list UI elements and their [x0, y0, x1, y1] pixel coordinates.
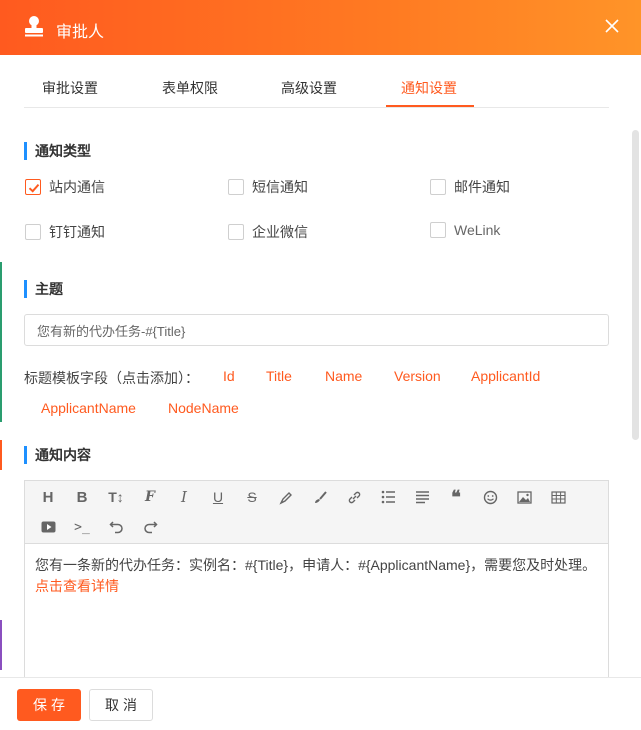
close-icon[interactable]	[603, 17, 621, 35]
align-icon[interactable]	[413, 488, 431, 506]
checkbox-box[interactable]	[228, 179, 244, 195]
heading-icon[interactable]: H	[39, 488, 57, 506]
section-title-subject: 主题	[24, 280, 63, 298]
checkbox-label: 站内通信	[49, 179, 105, 195]
field-link-node-name[interactable]: NodeName	[168, 400, 239, 416]
checkbox-dingtalk[interactable]: 钉钉通知	[25, 222, 105, 242]
dialog-title: 审批人	[56, 24, 105, 41]
editor-toolbar: H B T↕ F I U S ❝ >_	[25, 481, 608, 544]
checkbox-box[interactable]	[25, 224, 41, 240]
checkbox-wecom[interactable]: 企业微信	[228, 222, 308, 242]
code-icon[interactable]: >_	[73, 518, 91, 536]
font-icon[interactable]: F	[141, 488, 159, 506]
field-link-version[interactable]: Version	[394, 368, 441, 384]
field-link-applicant-name[interactable]: ApplicantName	[41, 400, 136, 416]
dialog-footer: 保存 取消	[0, 677, 641, 730]
tab-form-permissions[interactable]: 表单权限	[162, 78, 218, 98]
text-size-icon[interactable]: T↕	[107, 488, 125, 506]
checkbox-label: 邮件通知	[454, 179, 510, 195]
scrollbar[interactable]	[632, 130, 639, 440]
checkbox-box[interactable]	[430, 222, 446, 238]
dialog-header: 审批人	[0, 0, 641, 55]
field-link-applicant-id[interactable]: ApplicantId	[471, 368, 540, 384]
tab-advanced-settings[interactable]: 高级设置	[281, 78, 337, 98]
field-link-name[interactable]: Name	[325, 368, 362, 384]
bold-icon[interactable]: B	[73, 488, 91, 506]
checkbox-label: 企业微信	[252, 224, 308, 240]
left-accent-orange	[0, 440, 2, 470]
checkbox-sms[interactable]: 短信通知	[228, 177, 308, 197]
section-title-content: 通知内容	[24, 446, 91, 464]
checkbox-box[interactable]	[228, 224, 244, 240]
checkbox-label: WeLink	[454, 222, 501, 238]
redo-icon[interactable]	[141, 518, 159, 536]
field-link-id[interactable]: Id	[223, 368, 235, 384]
tab-approval-settings[interactable]: 审批设置	[42, 78, 98, 98]
subject-input[interactable]	[24, 314, 609, 346]
video-icon[interactable]	[39, 518, 57, 536]
template-fields-label: 标题模板字段（点击添加）：	[24, 370, 199, 386]
underline-icon[interactable]: U	[209, 488, 227, 506]
image-icon[interactable]	[515, 488, 533, 506]
checkbox-site-message[interactable]: 站内通信	[25, 177, 105, 197]
left-accent-purple	[0, 620, 2, 670]
strikethrough-icon[interactable]: S	[243, 488, 261, 506]
link-icon[interactable]	[345, 488, 363, 506]
view-details-link[interactable]: 点击查看详情	[35, 578, 119, 594]
undo-icon[interactable]	[107, 518, 125, 536]
table-icon[interactable]	[549, 488, 567, 506]
tab-bar: 审批设置 表单权限 高级设置 通知设置	[24, 55, 609, 108]
checkbox-email[interactable]: 邮件通知	[430, 177, 510, 197]
rich-text-editor[interactable]: H B T↕ F I U S ❝ >_ 您有一条新的代办任务：实例名：#{Tit…	[24, 480, 609, 680]
checkbox-label: 短信通知	[252, 179, 308, 195]
editor-content[interactable]: 您有一条新的代办任务：实例名：#{Title}，申请人：#{ApplicantN…	[35, 555, 600, 597]
bullet-list-icon[interactable]	[379, 488, 397, 506]
section-title-notify-type: 通知类型	[24, 142, 91, 160]
checkbox-checked-icon[interactable]	[25, 179, 41, 195]
checkbox-welink[interactable]: WeLink	[430, 222, 500, 238]
field-link-title[interactable]: Title	[266, 368, 292, 384]
left-accent-green	[0, 262, 2, 422]
italic-icon[interactable]: I	[175, 488, 193, 506]
tab-notification-settings[interactable]: 通知设置	[401, 78, 457, 98]
emoji-icon[interactable]	[481, 488, 499, 506]
highlighter-icon[interactable]	[277, 488, 295, 506]
quote-icon[interactable]: ❝	[447, 487, 465, 508]
checkbox-label: 钉钉通知	[49, 224, 105, 240]
save-button[interactable]: 保存	[17, 689, 81, 721]
checkbox-box[interactable]	[430, 179, 446, 195]
active-tab-indicator	[386, 105, 474, 107]
editor-text: 您有一条新的代办任务：实例名：#{Title}，申请人：#{ApplicantN…	[35, 557, 597, 573]
stamp-icon	[25, 16, 43, 37]
cancel-button[interactable]: 取消	[89, 689, 153, 721]
brush-icon[interactable]	[311, 488, 329, 506]
